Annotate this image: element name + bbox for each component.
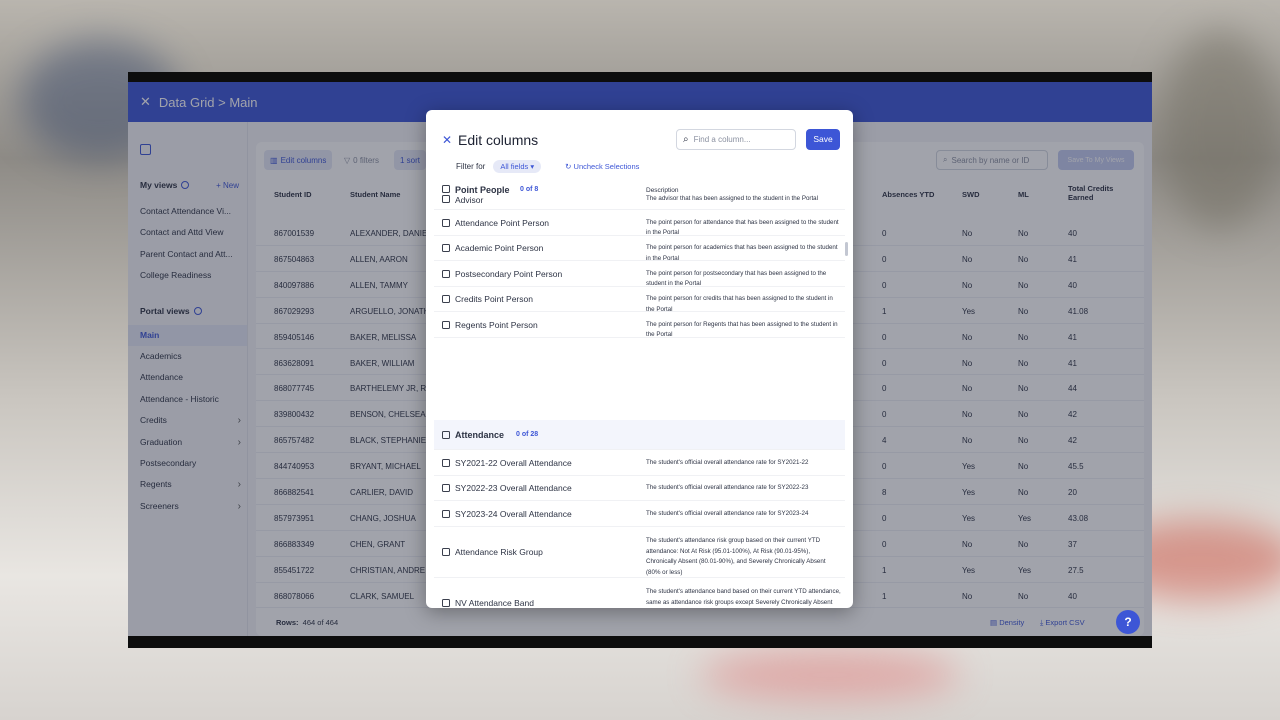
group-attendance: Attendance 0 of 28 <box>434 420 845 450</box>
column-list: Point People 0 of 8 Description Advisor T… <box>426 180 853 608</box>
column-name: SY2021-22 Overall Attendance <box>455 457 572 468</box>
filter-dropdown[interactable]: All fields ▾ <box>493 160 542 173</box>
column-name: NV Attendance Band <box>455 598 534 608</box>
save-button[interactable]: Save <box>806 129 840 150</box>
column-option[interactable]: Credits Point Person The point person for… <box>434 287 845 313</box>
column-option[interactable]: SY2023-24 Overall Attendance The student'… <box>434 501 845 527</box>
column-name: SY2022-23 Overall Attendance <box>455 483 572 494</box>
find-column-placeholder: Find a column... <box>693 135 751 144</box>
caret-down-icon: ▾ <box>530 162 535 171</box>
checkbox[interactable] <box>442 295 450 304</box>
column-option[interactable]: Attendance Point Person The point person … <box>434 210 845 236</box>
column-description: The student's attendance band based on t… <box>646 588 841 606</box>
column-description: The student's official overall attendanc… <box>646 458 809 466</box>
column-option[interactable]: Postsecondary Point Person The point pers… <box>434 261 845 287</box>
column-option[interactable]: Academic Point Person The point person fo… <box>434 236 845 262</box>
modal-scrollbar[interactable] <box>845 242 848 256</box>
group-name: Point People <box>455 185 510 195</box>
checkbox[interactable] <box>442 244 450 253</box>
column-name: Regents Point Person <box>455 319 538 330</box>
column-name: Academic Point Person <box>455 243 544 254</box>
column-name: Advisor <box>455 195 484 205</box>
checkbox[interactable] <box>442 195 450 203</box>
edit-columns-modal: ✕ Edit columns ⌕ Find a column... Save F… <box>426 110 853 608</box>
checkbox[interactable] <box>442 218 450 227</box>
video-frame: ✕ Data Grid > Main My views + New Contac… <box>128 72 1152 648</box>
background-blur <box>1160 30 1280 230</box>
filter-for-label: Filter for <box>456 162 486 171</box>
column-description: The student's official overall attendanc… <box>646 484 809 491</box>
group-name: Attendance <box>455 430 505 440</box>
column-name: SY2023-24 Overall Attendance <box>455 508 572 519</box>
app-window: ✕ Data Grid > Main My views + New Contac… <box>128 82 1152 636</box>
search-icon: ⌕ <box>683 134 689 145</box>
filter-row: Filter for All fields ▾ ↻ Uncheck Select… <box>456 160 639 173</box>
column-option[interactable]: Advisor The advisor that has been assigne… <box>434 195 845 210</box>
column-option[interactable]: SY2021-22 Overall Attendance The student'… <box>434 450 845 476</box>
checkbox[interactable] <box>442 548 450 556</box>
column-option[interactable]: Regents Point Person The point person for… <box>434 312 845 338</box>
refresh-icon: ↻ <box>565 162 572 171</box>
checkbox[interactable] <box>442 599 450 607</box>
checkbox[interactable] <box>442 484 450 493</box>
modal-title: Edit columns <box>458 132 539 148</box>
checkbox[interactable] <box>442 458 450 467</box>
uncheck-selections-label: Uncheck Selections <box>573 162 640 171</box>
column-description: The advisor that has been assigned to th… <box>646 195 818 202</box>
help-button[interactable]: ? <box>1116 610 1140 634</box>
column-name: Credits Point Person <box>455 294 533 305</box>
checkbox[interactable] <box>442 320 450 329</box>
checkbox[interactable] <box>442 431 450 439</box>
column-option[interactable]: SY2022-23 Overall Attendance The student'… <box>434 476 845 501</box>
checkbox[interactable] <box>442 269 450 278</box>
column-option[interactable]: Attendance Risk Group The student's atten… <box>434 527 845 578</box>
close-icon[interactable]: ✕ <box>442 133 452 147</box>
filter-value: All fields <box>500 162 529 171</box>
column-name: Postsecondary Point Person <box>455 268 563 279</box>
column-option[interactable]: NV Attendance Band The student's attendan… <box>434 578 845 608</box>
column-description: The student's official overall attendanc… <box>646 509 809 517</box>
checkbox[interactable] <box>442 185 450 193</box>
column-description: The point person for Regents that has be… <box>646 320 838 339</box>
uncheck-selections-button[interactable]: ↻ Uncheck Selections <box>565 162 639 171</box>
group-count: 0 of 28 <box>516 431 539 438</box>
description-header: Description <box>646 187 679 194</box>
checkbox[interactable] <box>442 509 450 518</box>
column-name: Attendance Risk Group <box>455 547 543 557</box>
column-name: Attendance Point Person <box>455 217 550 228</box>
group-count: 0 of 8 <box>520 186 539 193</box>
find-column-input[interactable]: ⌕ Find a column... <box>676 129 796 150</box>
background-blur <box>700 650 960 700</box>
column-description: The student's attendance risk group base… <box>646 537 826 576</box>
